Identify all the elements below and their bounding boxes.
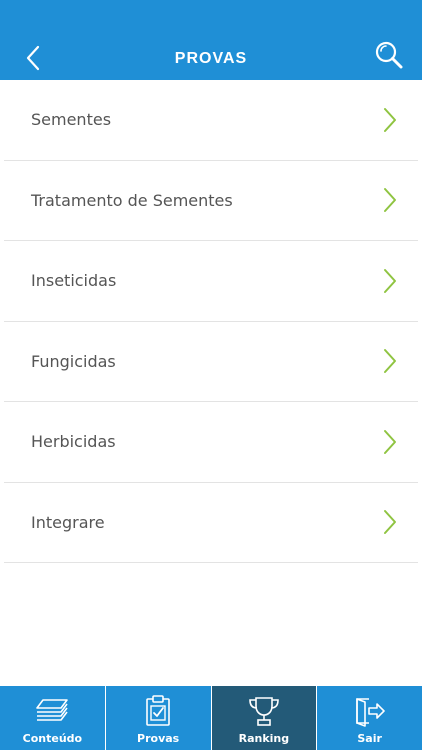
- tab-label: Conteúdo: [22, 732, 83, 745]
- list-item-sementes[interactable]: Sementes: [4, 80, 418, 161]
- trophy-icon: [249, 697, 279, 726]
- list-item-label: Fungicidas: [31, 351, 116, 371]
- list-item-label: Tratamento de Sementes: [31, 190, 233, 210]
- chevron-right-icon: [384, 107, 396, 132]
- tab-label: Sair: [357, 732, 382, 745]
- list-item-tratamento-de-sementes[interactable]: Tratamento de Sementes: [4, 161, 418, 241]
- search-icon: [375, 41, 403, 69]
- exit-door-icon: [355, 698, 385, 727]
- clipboard-check-icon: [146, 695, 170, 726]
- chevron-right-icon: [384, 188, 396, 213]
- list-item-fungicidas[interactable]: Fungicidas: [4, 322, 418, 402]
- list-item-label: Integrare: [31, 512, 105, 532]
- layers-icon: [36, 699, 69, 721]
- tab-label: Ranking: [238, 732, 290, 745]
- list-item-label: Herbicidas: [31, 432, 116, 452]
- chevron-right-icon: [384, 429, 396, 454]
- chevron-right-icon: [384, 349, 396, 374]
- tab-sair[interactable]: Sair: [317, 686, 422, 750]
- list-item-label: Inseticidas: [31, 271, 117, 291]
- tab-ranking[interactable]: Ranking: [211, 686, 318, 750]
- exam-list: Sementes Tratamento de Sementes Insetici…: [0, 80, 422, 563]
- page-title: PROVAS: [174, 50, 248, 67]
- list-item-inseticidas[interactable]: Inseticidas: [4, 241, 418, 322]
- search-button[interactable]: [372, 38, 406, 72]
- app-header: PROVAS: [0, 0, 422, 80]
- tab-provas[interactable]: Provas: [106, 686, 212, 750]
- list-item-label: Sementes: [31, 110, 112, 130]
- tab-label: Provas: [137, 732, 180, 745]
- list-item-herbicidas[interactable]: Herbicidas: [4, 402, 418, 483]
- chevron-right-icon: [384, 510, 396, 535]
- list-item-integrare[interactable]: Integrare: [4, 483, 418, 563]
- chevron-right-icon: [384, 268, 396, 293]
- bottom-tab-bar: Conteúdo Provas Ranking Sair: [0, 686, 422, 750]
- tab-conteudo[interactable]: Conteúdo: [0, 686, 106, 750]
